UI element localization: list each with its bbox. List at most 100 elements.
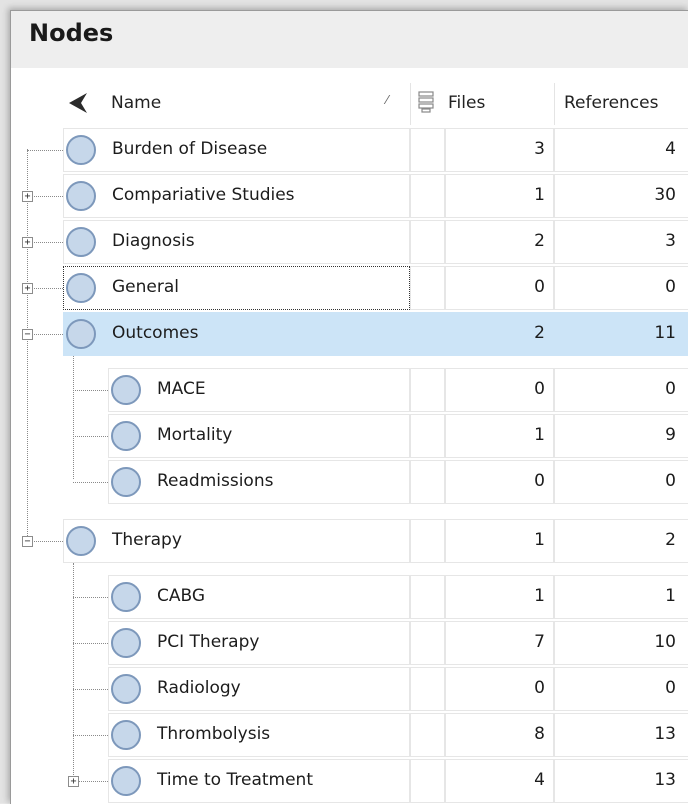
tree-row[interactable]: Diagnosis 2 3 + [11,220,688,264]
node-circle-icon [111,582,141,612]
tree-row[interactable]: Radiology 0 0 [11,667,688,711]
node-name: CABG [157,586,206,606]
node-name: Thrombolysis [157,724,271,744]
files-count: 0 [534,379,545,399]
collapse-icon[interactable]: − [22,329,33,340]
panel-titlebar: Nodes [11,11,688,68]
column-divider[interactable] [554,83,555,125]
icon-cell [410,266,445,310]
tree-row[interactable]: Mortality 1 9 [11,414,688,458]
tree-connector [73,390,108,391]
node-circle-icon [111,421,141,451]
node-circle-icon [111,720,141,750]
column-header-row: Name ⁄ Files References [11,81,688,127]
tree-connector [73,643,108,644]
tree-row[interactable]: Readmissions 0 0 [11,460,688,504]
references-count: 0 [665,471,676,491]
icon-cell [410,174,445,218]
files-count: 1 [534,425,545,445]
pin-icon[interactable] [65,90,91,116]
name-cell[interactable] [108,368,410,412]
node-name: Radiology [157,678,241,698]
references-count: 4 [665,139,676,159]
node-circle-icon [111,628,141,658]
icon-cell [410,667,445,711]
node-circle-icon [66,227,96,257]
files-count: 2 [534,231,545,251]
node-name: Therapy [112,530,182,550]
files-count: 0 [534,678,545,698]
icon-cell [410,368,445,412]
icon-cell [410,621,445,665]
tree-row[interactable]: Therapy 1 2 − [11,519,688,563]
files-count: 1 [534,530,545,550]
column-header-references[interactable]: References [564,93,658,113]
column-divider[interactable] [410,83,411,125]
files-count: 2 [534,323,545,343]
files-count: 1 [534,185,545,205]
references-count: 1 [665,586,676,606]
tree-row[interactable]: Thrombolysis 8 13 [11,713,688,757]
references-count: 11 [654,323,676,343]
node-circle-icon [111,674,141,704]
expand-icon[interactable]: + [68,776,79,787]
expand-icon[interactable]: + [22,237,33,248]
collapse-icon[interactable]: − [22,536,33,547]
expand-icon[interactable]: + [22,283,33,294]
panel-title: Nodes [29,19,114,47]
node-circle-icon [66,273,96,303]
tree-row[interactable]: CABG 1 1 [11,575,688,619]
icon-cell [410,414,445,458]
icon-cell [410,575,445,619]
tree-connector [73,597,108,598]
node-name: Time to Treatment [157,770,313,790]
references-count: 3 [665,231,676,251]
column-header-name[interactable]: Name [111,93,161,113]
tree-row[interactable]: Time to Treatment 4 13 + [11,759,688,803]
node-name: Diagnosis [112,231,195,251]
tree-connector [73,689,108,690]
files-count: 7 [534,632,545,652]
window-frame: Nodes Name ⁄ Files References Burden of … [0,0,688,804]
tree-row[interactable]: MACE 0 0 [11,368,688,412]
sort-indicator-icon: ⁄ [386,93,389,107]
files-count: 3 [534,139,545,159]
tree-row[interactable]: General 0 0 + [11,266,688,310]
tree-connector [27,150,63,151]
references-count: 13 [654,770,676,790]
references-count: 2 [665,530,676,550]
nodes-panel: Nodes Name ⁄ Files References Burden of … [10,10,688,804]
tree-connector [73,735,108,736]
tree-row[interactable]: Burden of Disease 3 4 [11,128,688,172]
icon-cell [410,312,445,356]
node-circle-icon [66,319,96,349]
node-name: Burden of Disease [112,139,268,159]
tree-row[interactable]: Compariative Studies 1 30 + [11,174,688,218]
tree-row[interactable]: PCI Therapy 7 10 [11,621,688,665]
tree-connector [73,436,108,437]
files-count: 4 [534,770,545,790]
node-name: PCI Therapy [157,632,260,652]
files-column-icon [418,91,434,113]
icon-cell [410,759,445,803]
icon-cell [410,519,445,563]
node-name: Mortality [157,425,233,445]
column-header-files[interactable]: Files [448,93,485,113]
node-name: Outcomes [112,323,199,343]
references-count: 13 [654,724,676,744]
tree-row[interactable]: Outcomes 2 11 − [11,312,688,356]
node-circle-icon [66,181,96,211]
expand-icon[interactable]: + [22,191,33,202]
name-cell[interactable] [108,575,410,619]
node-circle-icon [111,766,141,796]
references-count: 9 [665,425,676,445]
name-cell[interactable] [108,667,410,711]
node-circle-icon [66,526,96,556]
references-count: 0 [665,379,676,399]
references-count: 10 [654,632,676,652]
icon-cell [410,713,445,757]
node-circle-icon [111,467,141,497]
references-count: 0 [665,678,676,698]
name-cell[interactable] [108,414,410,458]
tree-connector [73,482,108,483]
